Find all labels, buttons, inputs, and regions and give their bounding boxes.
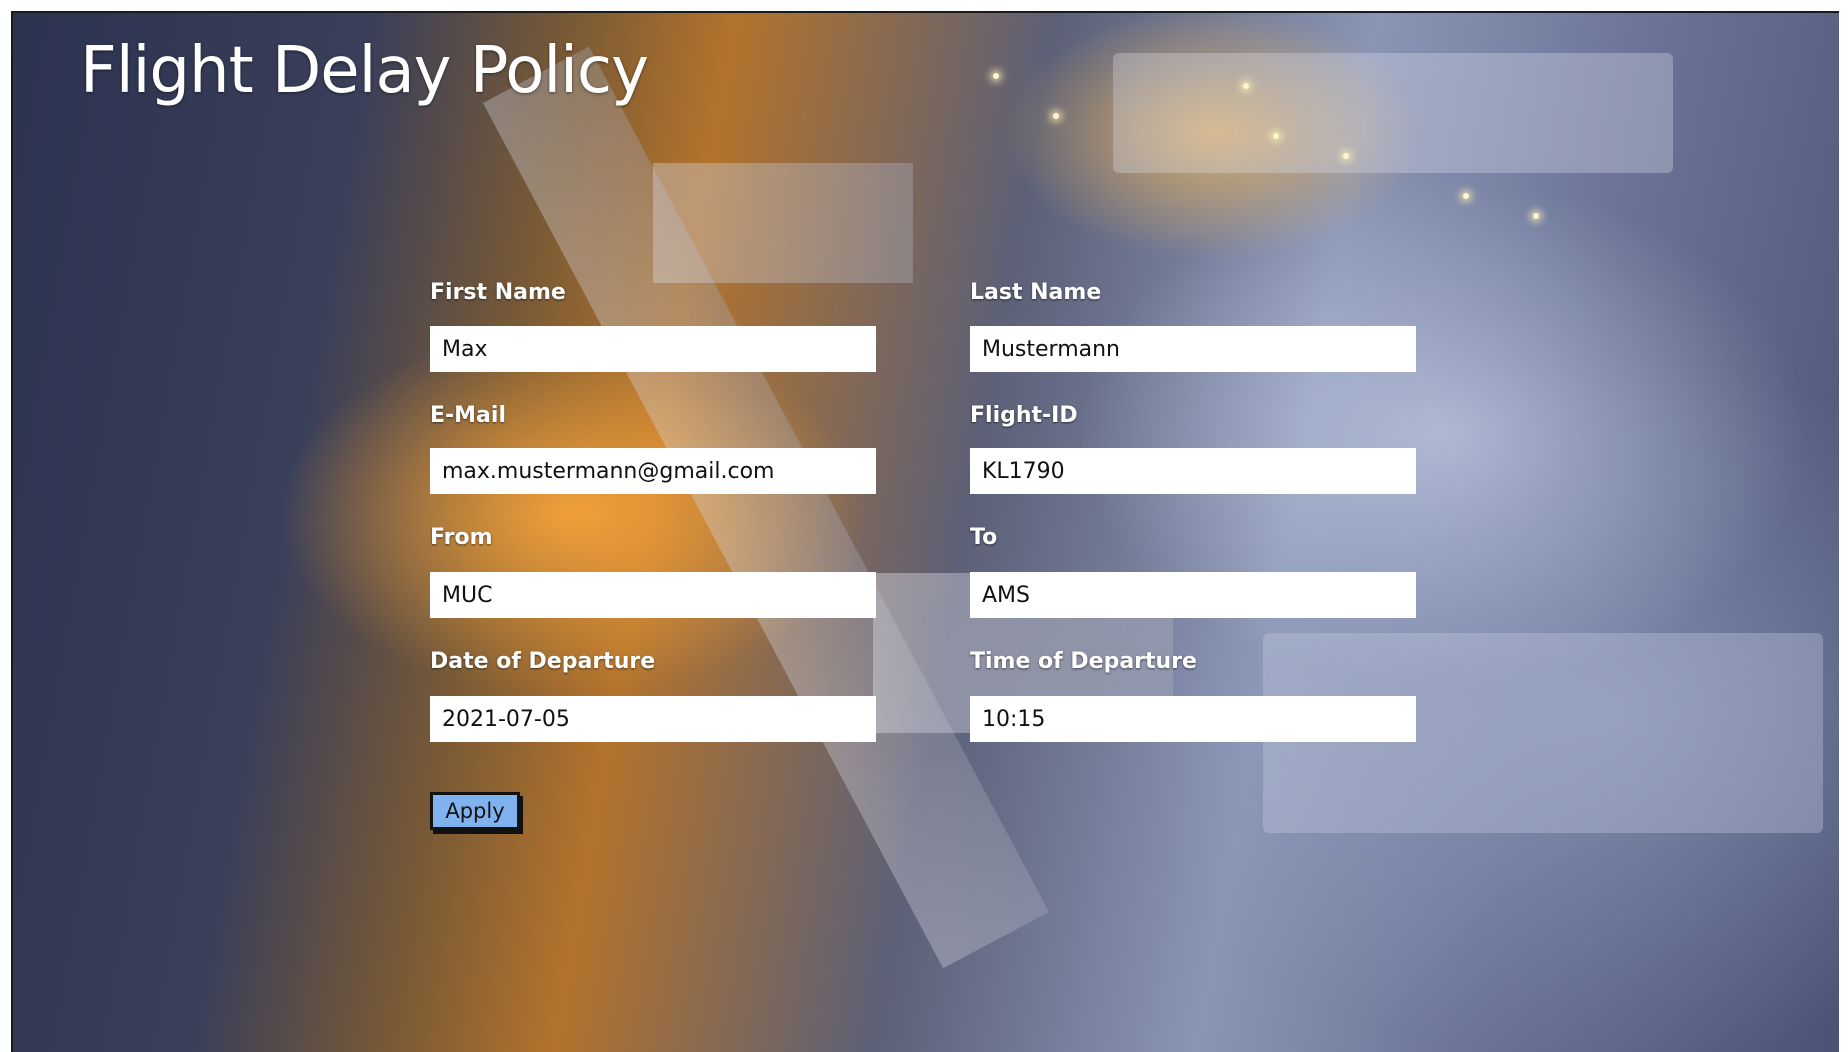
email-label: E-Mail [430, 403, 506, 428]
flight-id-label: Flight-ID [970, 403, 1078, 428]
page-title: Flight Delay Policy [80, 34, 649, 108]
last-name-field[interactable] [970, 326, 1416, 372]
first-name-field[interactable] [430, 326, 876, 372]
date-of-departure-label: Date of Departure [430, 649, 656, 674]
airport-background-image [11, 11, 1839, 1052]
light-dot [1053, 113, 1059, 119]
light-dot [993, 73, 999, 79]
apply-button[interactable]: Apply [430, 792, 520, 830]
last-name-label: Last Name [970, 280, 1102, 305]
to-label: To [970, 525, 998, 550]
date-of-departure-field[interactable] [430, 696, 876, 742]
light-dot [1243, 83, 1249, 89]
time-of-departure-label: Time of Departure [970, 649, 1197, 674]
terminal-building-shape [653, 163, 913, 283]
time-of-departure-field[interactable] [970, 696, 1416, 742]
from-field[interactable] [430, 572, 876, 618]
to-field[interactable] [970, 572, 1416, 618]
apron-area-shape [1113, 53, 1673, 173]
flight-id-field[interactable] [970, 448, 1416, 494]
email-field[interactable] [430, 448, 876, 494]
from-label: From [430, 525, 493, 550]
light-dot [1533, 213, 1539, 219]
light-dot [1343, 153, 1349, 159]
light-dot [1273, 133, 1279, 139]
light-dot [1463, 193, 1469, 199]
first-name-label: First Name [430, 280, 566, 305]
